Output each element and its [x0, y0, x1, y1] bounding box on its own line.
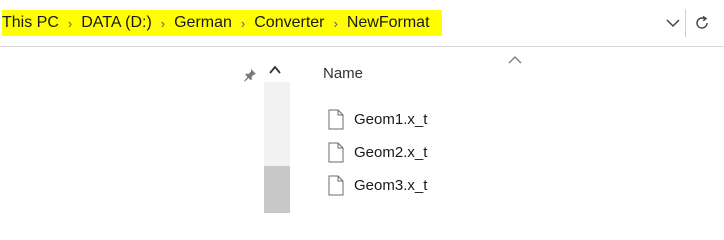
- list-item[interactable]: Geom1.x_t: [328, 107, 427, 131]
- breadcrumb-german[interactable]: German: [174, 14, 232, 32]
- breadcrumb-separator-icon[interactable]: ›: [68, 16, 72, 31]
- file-name: Geom3.x_t: [354, 176, 428, 194]
- column-header-name[interactable]: Name: [323, 65, 363, 82]
- breadcrumb-separator-icon[interactable]: ›: [334, 16, 338, 31]
- file-name: Geom2.x_t: [354, 143, 428, 161]
- file-name: Geom1.x_t: [354, 110, 428, 128]
- list-item[interactable]: Geom3.x_t: [328, 173, 427, 197]
- document-icon: [328, 175, 344, 195]
- refresh-icon[interactable]: [692, 13, 712, 33]
- breadcrumb-separator-icon[interactable]: ›: [161, 16, 165, 31]
- document-icon: [328, 109, 344, 129]
- address-bar[interactable]: This PC › DATA (D:) › German › Converter…: [0, 0, 724, 47]
- chevron-up-icon[interactable]: [268, 64, 282, 76]
- pin-icon[interactable]: [243, 68, 257, 82]
- breadcrumb-separator-icon[interactable]: ›: [241, 16, 245, 31]
- breadcrumb-converter[interactable]: Converter: [254, 14, 324, 32]
- breadcrumb[interactable]: This PC › DATA (D:) › German › Converter…: [2, 10, 442, 36]
- list-item[interactable]: Geom2.x_t: [328, 140, 427, 164]
- breadcrumb-newformat[interactable]: NewFormat: [347, 14, 430, 32]
- document-icon: [328, 142, 344, 162]
- scrollbar-thumb[interactable]: [264, 166, 290, 213]
- sort-ascending-icon: [508, 56, 522, 64]
- breadcrumb-data-drive[interactable]: DATA (D:): [81, 14, 152, 32]
- address-bar-divider: [685, 9, 686, 37]
- breadcrumb-this-pc[interactable]: This PC: [2, 14, 59, 32]
- chevron-down-icon[interactable]: [664, 14, 682, 32]
